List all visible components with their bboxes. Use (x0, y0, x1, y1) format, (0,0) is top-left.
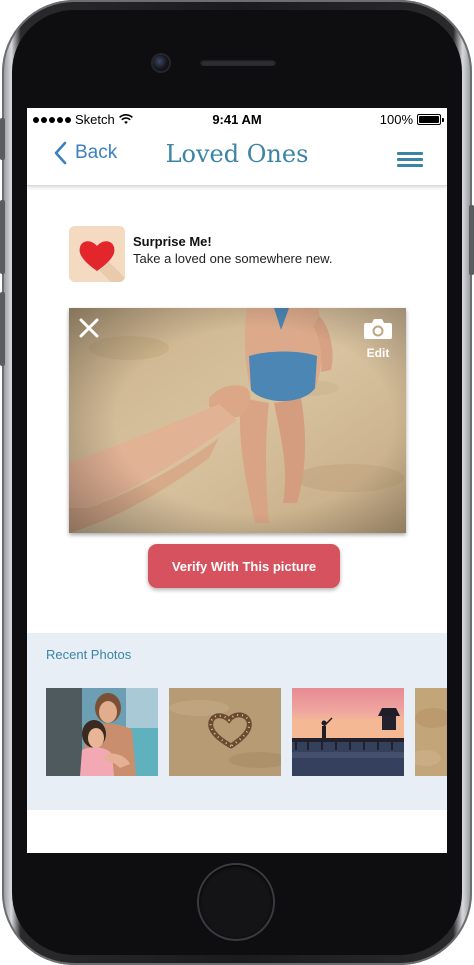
camera-icon (364, 319, 392, 339)
edit-label: Edit (366, 346, 390, 360)
page-title: Loved Ones (165, 140, 309, 168)
front-camera (153, 55, 169, 71)
recent-photo-sunset-pier[interactable] (292, 688, 404, 776)
app-screen: Sketch 9:41 AM 100% Back Loved Ones Surp… (27, 108, 447, 853)
prompt-subtitle: Take a loved one somewhere new. (133, 251, 333, 266)
status-bar: Sketch 9:41 AM 100% (27, 108, 447, 130)
close-icon[interactable] (79, 318, 99, 338)
volume-down-button (0, 292, 5, 366)
beach-hand-photo (69, 308, 406, 533)
recent-photo-sand[interactable] (415, 688, 447, 776)
mute-switch (0, 118, 5, 160)
recent-photos-label: Recent Photos (46, 647, 132, 662)
recent-photo-stone-heart[interactable] (169, 688, 281, 776)
recent-photo-couple[interactable] (46, 688, 158, 776)
prompt-card[interactable]: Surprise Me! Take a loved one somewhere … (69, 225, 409, 283)
menu-icon[interactable] (397, 152, 423, 167)
verify-button[interactable]: Verify With This picture (148, 544, 340, 588)
prompt-title: Surprise Me! (133, 234, 212, 249)
battery-icon (417, 114, 444, 125)
battery-percent: 100% (379, 112, 413, 127)
earpiece-speaker (200, 59, 276, 66)
recent-photos-section: Recent Photos (27, 633, 447, 810)
volume-up-button (0, 200, 5, 274)
selected-photo: Edit (69, 308, 406, 533)
status-right: 100% (379, 112, 444, 127)
power-button (469, 205, 474, 275)
home-button[interactable] (199, 865, 273, 939)
heart-icon (69, 226, 125, 282)
nav-bar: Back Loved Ones (27, 130, 447, 186)
edit-photo-button[interactable]: Edit (360, 318, 396, 360)
